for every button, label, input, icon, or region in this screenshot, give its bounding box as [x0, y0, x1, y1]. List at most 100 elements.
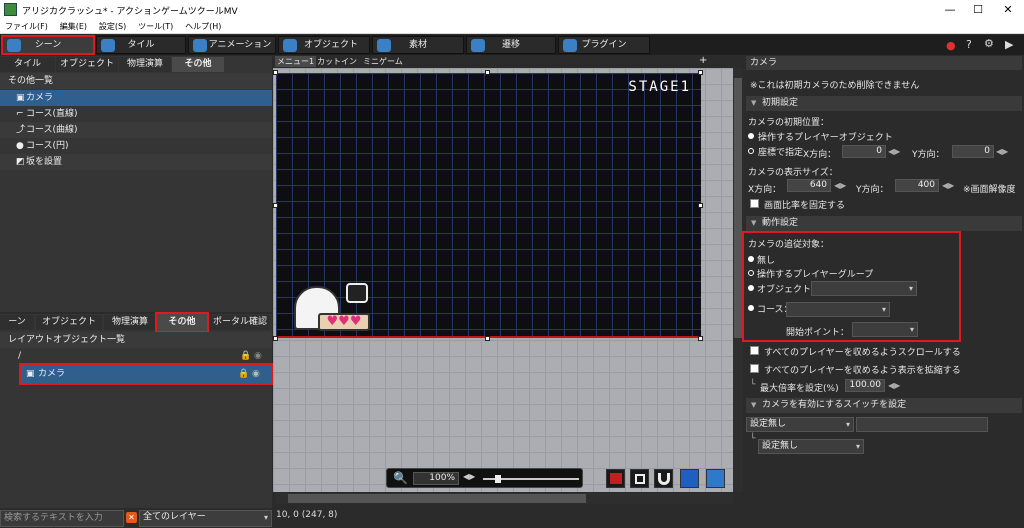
scene-tab-minigame[interactable]: ミニゲーム: [363, 56, 403, 67]
lock-icon[interactable]: 🔒: [240, 348, 251, 364]
size-y-stepper-icon[interactable]: ◀▶: [942, 181, 954, 190]
stage-area[interactable]: STAGE1 ♥♥♥: [276, 73, 701, 338]
tab-transition[interactable]: 遷移: [466, 36, 556, 54]
subtab-other-b[interactable]: その他: [155, 312, 209, 333]
follow-player-group[interactable]: 操作するプレイヤーグループ: [757, 267, 873, 280]
switch-input-1[interactable]: [856, 417, 988, 432]
zoom-slider-thumb[interactable]: [495, 475, 501, 483]
hearts-hud: ♥♥♥: [318, 313, 370, 331]
magnet-icon[interactable]: [654, 469, 673, 488]
object-icon: [283, 39, 297, 52]
opt-player-object[interactable]: 操作するプレイヤーオブジェクト: [758, 130, 893, 143]
init-y-stepper-icon[interactable]: ◀▶: [996, 147, 1008, 156]
max-zoom-input[interactable]: 100.00: [845, 379, 885, 392]
v-scroll-thumb[interactable]: [734, 78, 742, 338]
clear-icon[interactable]: ✕: [126, 512, 137, 523]
list-item-course-curve[interactable]: ⤴コース(曲線): [0, 122, 272, 138]
scene-tab-menu1[interactable]: メニュー1: [275, 56, 317, 67]
section-initial[interactable]: 初期設定: [746, 96, 1022, 111]
subtab-physics-b[interactable]: 物理演算: [104, 315, 156, 330]
max-zoom-label: 最大倍率を設定(%): [760, 384, 839, 394]
tree-root[interactable]: / 🔒 ◉: [0, 348, 272, 364]
subtab-tile[interactable]: タイル: [0, 57, 55, 72]
zoom-all-label: すべてのプレイヤーを収めるよう表示を拡縮する: [764, 366, 961, 376]
list-item-slope[interactable]: ◩坂を設置: [0, 154, 272, 170]
minimize-button[interactable]: —: [935, 0, 965, 20]
fix-ratio-checkbox[interactable]: [750, 199, 759, 208]
item-frame[interactable]: [346, 283, 368, 303]
section-action[interactable]: 動作設定: [746, 216, 1022, 231]
size-y-input[interactable]: 400: [895, 179, 939, 192]
help-icon[interactable]: ?: [966, 38, 972, 51]
horizontal-scrollbar[interactable]: [276, 493, 733, 504]
magnifier-icon[interactable]: 🔍: [393, 471, 408, 485]
zoom-value[interactable]: 100%: [413, 472, 459, 485]
menu-edit[interactable]: 編集(E): [55, 20, 91, 32]
search-input[interactable]: 検索するテキストを入力: [0, 510, 124, 527]
switch-select-2[interactable]: 設定無し: [758, 439, 864, 454]
subtab-other[interactable]: その他: [172, 57, 224, 72]
resolution-note: ※画面解像度: [963, 185, 1016, 195]
paint-tool-icon[interactable]: [606, 469, 625, 488]
h-scroll-thumb[interactable]: [288, 494, 586, 503]
start-point-select[interactable]: [852, 322, 918, 337]
add-tab-icon[interactable]: +: [699, 55, 707, 66]
list-item-camera[interactable]: ▣カメラ: [0, 90, 272, 106]
tab-tile[interactable]: タイル: [96, 36, 186, 54]
zoom-down-icon[interactable]: ◀▶: [463, 472, 475, 481]
menu-settings[interactable]: 設定(S): [94, 20, 130, 32]
scene-tab-bar: メニュー1 カットイン ミニゲーム +: [273, 55, 744, 68]
follow-object-select[interactable]: [811, 281, 917, 296]
convert-tool-icon[interactable]: [630, 469, 649, 488]
main-tab-bar: シーン タイル アニメーション オブジェクト 素材 遷移 プラグイン ● ? ⚙…: [0, 35, 1024, 55]
record-icon[interactable]: ●: [946, 39, 956, 52]
line-icon: ⌐: [16, 109, 24, 119]
opt-coords[interactable]: 座標で指定: [758, 145, 803, 158]
subtab-portal[interactable]: ポータル確認: [210, 315, 270, 330]
init-x-stepper-icon[interactable]: ◀▶: [888, 147, 900, 156]
follow-none[interactable]: 無し: [757, 253, 775, 266]
scene-tab-cutin[interactable]: カットイン: [317, 56, 357, 67]
shield-tool-icon[interactable]: [706, 469, 725, 488]
slope-icon: ◩: [16, 157, 25, 167]
grid-icon[interactable]: [680, 469, 699, 488]
vertical-scrollbar[interactable]: [733, 68, 743, 492]
tree-item-camera[interactable]: ▣ カメラ 🔒 ◉: [19, 363, 273, 385]
lock-icon[interactable]: 🔒: [238, 364, 249, 384]
size-x-stepper-icon[interactable]: ◀▶: [834, 181, 846, 190]
follow-course-select[interactable]: [786, 302, 890, 317]
tab-scene[interactable]: シーン: [1, 35, 95, 55]
init-pos-label: カメラの初期位置：: [748, 118, 830, 128]
menu-tools[interactable]: ツール(T): [133, 20, 177, 32]
menu-help[interactable]: ヘルプ(H): [180, 20, 225, 32]
init-y-label: Y方向：: [912, 150, 945, 160]
gear-icon[interactable]: ⚙: [984, 37, 994, 50]
transition-icon: [471, 39, 485, 52]
menu-file[interactable]: ファイル(F): [0, 20, 52, 32]
subtab-scene[interactable]: ーン: [0, 315, 34, 330]
tab-animation[interactable]: アニメーション: [188, 36, 276, 54]
subtab-object[interactable]: オブジェクト: [56, 57, 118, 72]
size-x-input[interactable]: 640: [787, 179, 831, 192]
list-item-course-circle[interactable]: ● コース(円): [0, 138, 272, 154]
close-button[interactable]: ✕: [993, 0, 1023, 20]
subtab-physics[interactable]: 物理演算: [119, 57, 171, 72]
layer-select[interactable]: 全てのレイヤー: [139, 510, 272, 527]
section-switch[interactable]: カメラを有効にするスイッチを設定: [746, 398, 1022, 413]
init-x-input[interactable]: 0: [842, 145, 886, 158]
status-bar: 10, 0 (247, 8): [273, 508, 744, 528]
eye-icon[interactable]: ◉: [252, 364, 260, 384]
maximize-button[interactable]: ☐: [963, 0, 993, 20]
play-icon[interactable]: ▶: [1005, 38, 1013, 51]
tab-plugin[interactable]: プラグイン: [558, 36, 650, 54]
tab-object[interactable]: オブジェクト: [278, 36, 370, 54]
scroll-all-checkbox[interactable]: [750, 346, 759, 355]
eye-icon[interactable]: ◉: [254, 348, 262, 364]
tab-material[interactable]: 素材: [372, 36, 464, 54]
subtab-object-b[interactable]: オブジェクト: [36, 315, 102, 330]
zoom-all-checkbox[interactable]: [750, 364, 759, 373]
max-zoom-stepper-icon[interactable]: ◀▶: [888, 381, 900, 390]
switch-select-1[interactable]: 設定無し: [746, 417, 854, 432]
list-item-course-line[interactable]: ⌐ コース(直線): [0, 106, 272, 122]
init-y-input[interactable]: 0: [952, 145, 994, 158]
